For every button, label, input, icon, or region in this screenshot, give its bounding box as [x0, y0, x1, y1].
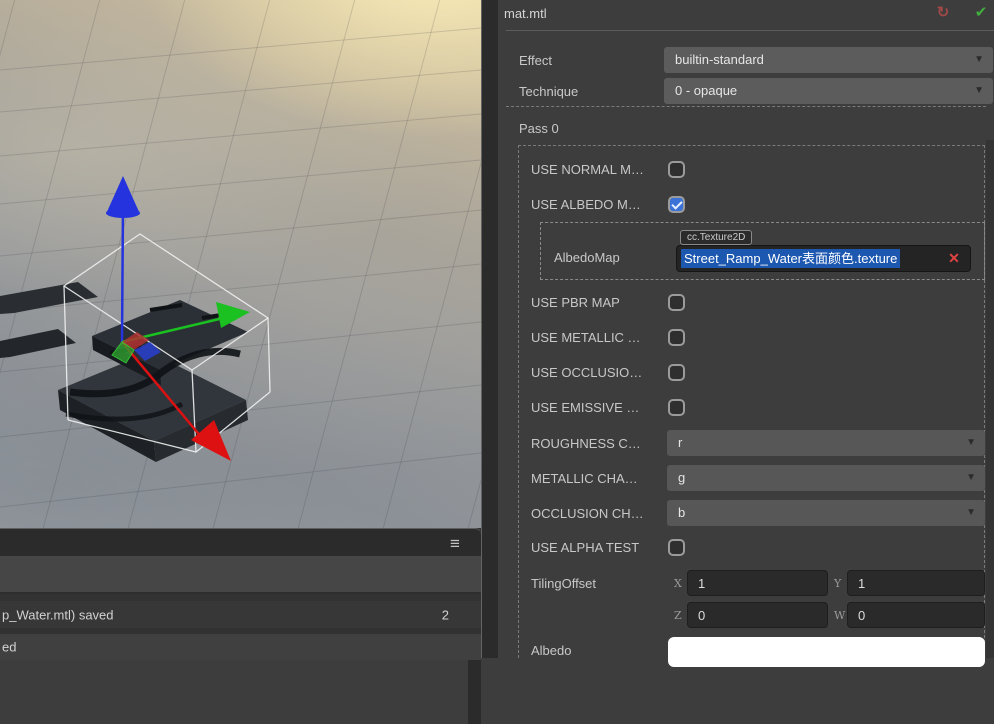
tiling-offset-y-input[interactable]: [847, 570, 985, 596]
occlusion-channel-label: OCCLUSION CH…: [531, 506, 644, 521]
use-albedo-map-checkbox[interactable]: [668, 196, 685, 213]
gizmo-right-arrowhead[interactable]: [216, 302, 250, 328]
console-toolbar: [0, 556, 481, 594]
albedo-map-label: AlbedoMap: [554, 250, 620, 265]
axis-z-label: Z: [674, 609, 682, 622]
use-albedo-map-label: USE ALBEDO M…: [531, 197, 641, 212]
console-panel: ≡ p_Water.mtl) saved 2 ed: [0, 528, 481, 724]
roughness-channel-dropdown[interactable]: r ▼: [667, 430, 985, 456]
use-alpha-test-label: USE ALPHA TEST: [531, 540, 640, 555]
console-log-list: p_Water.mtl) saved 2 ed: [0, 594, 481, 724]
use-metallic-checkbox[interactable]: [668, 329, 685, 346]
log-count-badge: 2: [441, 607, 449, 622]
gizmo-up-arrowhead-base: [106, 208, 140, 218]
section-divider: [506, 106, 986, 107]
gizmo-up-axis[interactable]: [120, 204, 125, 343]
log-row[interactable]: p_Water.mtl) saved 2: [0, 601, 481, 628]
use-pbr-map-label: USE PBR MAP: [531, 295, 620, 310]
chevron-down-icon: ▼: [974, 54, 984, 65]
inspector-panel: mat.mtl ↻ ✔ Effect builtin-standard ▼ Te…: [481, 0, 994, 667]
inspector-left-gutter: [482, 0, 498, 658]
metallic-channel-dropdown[interactable]: g ▼: [667, 465, 985, 491]
checkmark-icon[interactable]: ✔: [972, 4, 990, 22]
use-metallic-label: USE METALLIC …: [531, 330, 641, 345]
chevron-down-icon: ▼: [966, 437, 976, 448]
log-message: ed: [2, 639, 17, 655]
remove-texture-icon[interactable]: ✕: [942, 249, 966, 268]
console-scrollbar-track[interactable]: [468, 660, 481, 724]
use-pbr-map-checkbox[interactable]: [668, 294, 685, 311]
roughness-channel-value: r: [678, 435, 683, 450]
axis-y-label: Y: [834, 577, 842, 590]
occlusion-channel-dropdown[interactable]: b ▼: [667, 500, 985, 526]
console-header: ≡: [0, 528, 481, 556]
chevron-down-icon: ▼: [974, 85, 984, 96]
scene-canvas[interactable]: [0, 0, 481, 528]
refresh-icon[interactable]: ↻: [934, 4, 952, 22]
axis-x-label: X: [674, 577, 682, 590]
effect-value: builtin-standard: [675, 52, 764, 67]
tiling-offset-label: TilingOffset: [531, 576, 597, 591]
occlusion-channel-value: b: [678, 505, 686, 520]
texture-type-tag: cc.Texture2D: [680, 230, 753, 245]
albedo-map-texture-value: Street_Ramp_Water表面颜色.texture: [681, 249, 901, 268]
ground-grid: [0, 0, 481, 528]
technique-dropdown[interactable]: 0 - opaque ▼: [664, 78, 993, 104]
header-divider: [506, 30, 994, 31]
chevron-down-icon: ▼: [966, 472, 976, 483]
technique-value: 0 - opaque: [675, 83, 738, 98]
use-occlusion-checkbox[interactable]: [668, 364, 685, 381]
albedo-map-texture-field[interactable]: Street_Ramp_Water表面颜色.texture ✕: [676, 245, 971, 272]
tiling-offset-w-input[interactable]: [847, 602, 985, 628]
log-row[interactable]: ed: [0, 634, 481, 660]
use-normal-map-label: USE NORMAL M…: [531, 162, 644, 177]
scene-viewport[interactable]: [0, 0, 481, 528]
effect-dropdown[interactable]: builtin-standard ▼: [664, 47, 993, 73]
inspector-scrollbar-track[interactable]: [986, 140, 994, 658]
roughness-channel-label: ROUGHNESS C…: [531, 436, 641, 451]
tiling-offset-x-input[interactable]: [687, 570, 828, 596]
use-emissive-label: USE EMISSIVE …: [531, 400, 640, 415]
axis-w-label: W: [834, 609, 846, 622]
menu-icon[interactable]: ≡: [445, 534, 465, 554]
technique-label: Technique: [519, 84, 579, 99]
use-alpha-test-checkbox[interactable]: [668, 539, 685, 556]
asset-title: mat.mtl: [504, 6, 547, 21]
effect-label: Effect: [519, 53, 553, 68]
metallic-channel-label: METALLIC CHA…: [531, 471, 638, 486]
chevron-down-icon: ▼: [966, 507, 976, 518]
log-message: p_Water.mtl) saved: [2, 607, 114, 622]
metallic-channel-value: g: [678, 470, 686, 485]
albedo-color-swatch[interactable]: [668, 637, 985, 667]
albedo-label: Albedo: [531, 643, 572, 658]
use-normal-map-checkbox[interactable]: [668, 161, 685, 178]
tiling-offset-z-input[interactable]: [687, 602, 828, 628]
pass-title: Pass 0: [519, 121, 559, 136]
use-occlusion-label: USE OCCLUSIO…: [531, 365, 643, 380]
use-emissive-checkbox[interactable]: [668, 399, 685, 416]
